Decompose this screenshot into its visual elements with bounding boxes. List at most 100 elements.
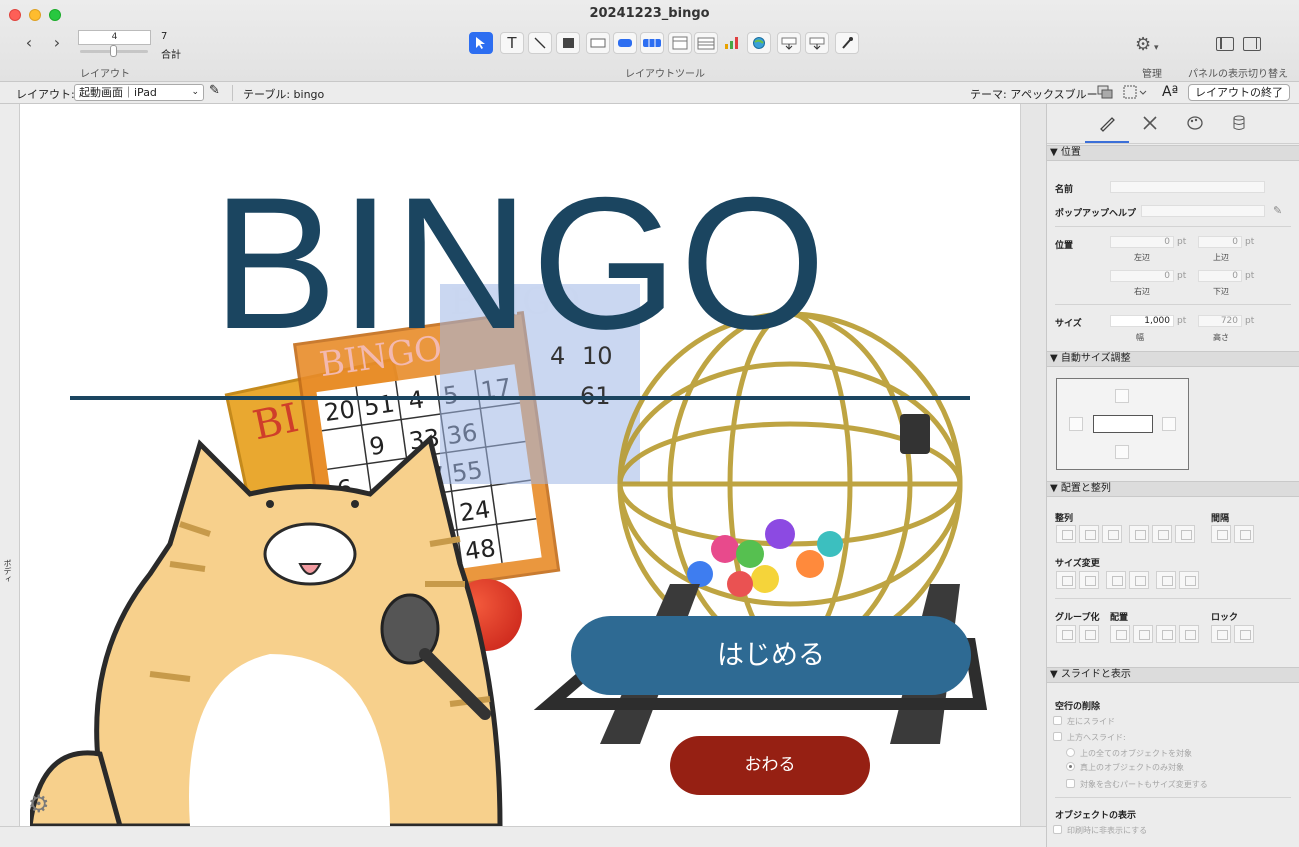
- popup-help-field[interactable]: [1141, 205, 1265, 217]
- send-to-back-icon[interactable]: [1179, 625, 1199, 643]
- slide-up-checkbox[interactable]: [1053, 732, 1062, 741]
- field-tool-icon[interactable]: [586, 32, 610, 54]
- resize-part-label: 対象を含むパートもサイズ変更する: [1080, 780, 1208, 789]
- layout-canvas: BI 20514517 93336 66755 8372324 185048 B…: [20, 104, 1020, 826]
- ungroup-icon[interactable]: [1079, 625, 1099, 643]
- resize-smallest-both-icon[interactable]: [1156, 571, 1176, 589]
- bring-forward-icon[interactable]: [1133, 625, 1153, 643]
- slide-left-checkbox[interactable]: [1053, 716, 1062, 725]
- resize-smallest-height-icon[interactable]: [1106, 571, 1126, 589]
- settings-gear-icon[interactable]: ⚙: [28, 790, 50, 818]
- total-label: 合計: [161, 50, 181, 61]
- position-section-header[interactable]: ▼ 位置: [1047, 145, 1299, 161]
- width-field[interactable]: 1,000: [1110, 315, 1174, 327]
- format-painter-icon[interactable]: [835, 32, 859, 54]
- exit-layout-button[interactable]: レイアウトの終了: [1188, 84, 1290, 101]
- start-button[interactable]: はじめる: [571, 616, 971, 695]
- send-backward-icon[interactable]: [1156, 625, 1176, 643]
- align-bottom-icon[interactable]: [1175, 525, 1195, 543]
- styles-tab-icon[interactable]: [1139, 114, 1161, 134]
- font-size-icon[interactable]: Aª: [1162, 84, 1178, 100]
- layout-number-field[interactable]: 4: [78, 30, 151, 45]
- autosize-section-header[interactable]: ▼ 自動サイズ調整: [1047, 351, 1299, 367]
- distribute-horizontal-icon[interactable]: [1211, 525, 1231, 543]
- resize-largest-width-icon[interactable]: [1079, 571, 1099, 589]
- bring-to-front-icon[interactable]: [1110, 625, 1130, 643]
- part-tool-icon[interactable]: [805, 32, 829, 54]
- text-tool-icon[interactable]: T: [500, 32, 524, 54]
- sliding-section-header[interactable]: ▼ スライドと表示: [1047, 667, 1299, 683]
- anchor-top-lock-icon[interactable]: [1115, 389, 1129, 403]
- portal-tool-icon[interactable]: [668, 32, 692, 54]
- manage-gear-icon[interactable]: ⚙ ▾: [1135, 34, 1159, 55]
- anchor-left-lock-icon[interactable]: [1069, 417, 1083, 431]
- resize-largest-both-icon[interactable]: [1179, 571, 1199, 589]
- name-label: 名前: [1055, 185, 1074, 195]
- lock-icon[interactable]: [1211, 625, 1231, 643]
- unlock-icon[interactable]: [1234, 625, 1254, 643]
- field-picker-icon[interactable]: [777, 32, 801, 54]
- layout-tools-caption: レイアウトツール: [625, 69, 705, 80]
- left-edge-field[interactable]: 0: [1110, 236, 1174, 248]
- button-tool-icon[interactable]: [613, 32, 637, 54]
- align-top-icon[interactable]: [1129, 525, 1149, 543]
- layout-slider-knob[interactable]: [110, 45, 117, 57]
- tab-tool-icon[interactable]: [694, 32, 718, 54]
- all-above-radio[interactable]: [1066, 748, 1075, 757]
- resize-label: サイズ変更: [1055, 559, 1100, 569]
- bottom-edge-field[interactable]: 0: [1198, 270, 1242, 282]
- object-display-label: オブジェクトの表示: [1055, 811, 1137, 821]
- select-arrow-icon[interactable]: [469, 32, 493, 54]
- body-part-tab[interactable]: ボディ: [2, 559, 13, 583]
- align-label: 整列: [1055, 514, 1074, 524]
- align-center-icon[interactable]: [1079, 525, 1099, 543]
- active-tab-indicator: [1085, 141, 1129, 143]
- top-edge-label: 上辺: [1213, 253, 1229, 262]
- edit-layout-pencil-icon[interactable]: ✎: [209, 83, 220, 98]
- top-edge-field[interactable]: 0: [1198, 236, 1242, 248]
- line-tool-icon[interactable]: [528, 32, 552, 54]
- button-bar-tool-icon[interactable]: [640, 32, 664, 54]
- title-underline: [70, 396, 970, 400]
- bingo-title: BINGO: [212, 158, 828, 368]
- resize-part-checkbox[interactable]: [1066, 779, 1075, 788]
- group-icon[interactable]: [1056, 625, 1076, 643]
- change-theme-icon[interactable]: [1097, 85, 1113, 102]
- arrange-section-header[interactable]: ▼ 配置と整列: [1047, 481, 1299, 497]
- align-middle-icon[interactable]: [1152, 525, 1172, 543]
- bottom-edge-label: 下辺: [1213, 287, 1229, 296]
- anchor-bottom-lock-icon[interactable]: [1115, 445, 1129, 459]
- hide-when-printing-label: 印刷時に非表示にする: [1067, 826, 1148, 835]
- next-layout-button[interactable]: ›: [48, 34, 66, 52]
- appearance-tab-icon[interactable]: [1184, 114, 1206, 134]
- right-edge-label: 右辺: [1134, 287, 1150, 296]
- directly-above-radio[interactable]: [1066, 762, 1075, 771]
- chart-tool-icon[interactable]: [720, 32, 744, 54]
- web-viewer-icon[interactable]: [747, 32, 771, 54]
- object-name-field[interactable]: [1110, 181, 1265, 193]
- size-label: サイズ: [1055, 319, 1082, 329]
- chevron-down-icon: ⌄: [191, 87, 199, 97]
- shape-tool-icon[interactable]: [556, 32, 580, 54]
- divider: [1055, 304, 1291, 305]
- grid-icon[interactable]: [1123, 85, 1147, 102]
- anchor-right-lock-icon[interactable]: [1162, 417, 1176, 431]
- align-left-icon[interactable]: [1056, 525, 1076, 543]
- end-button[interactable]: おわる: [670, 736, 870, 795]
- data-tab-icon[interactable]: [1228, 114, 1250, 134]
- layout-select[interactable]: 起動画面｜iPad ⌄: [74, 84, 204, 101]
- position-tab-icon[interactable]: [1096, 114, 1118, 134]
- table-label: テーブル: bingo: [243, 88, 325, 101]
- align-right-icon[interactable]: [1102, 525, 1122, 543]
- right-edge-field[interactable]: 0: [1110, 270, 1174, 282]
- resize-smallest-width-icon[interactable]: [1056, 571, 1076, 589]
- right-panel-toggle-icon[interactable]: [1243, 37, 1261, 51]
- left-panel-toggle-icon[interactable]: [1216, 37, 1234, 51]
- distribute-vertical-icon[interactable]: [1234, 525, 1254, 543]
- hide-when-printing-checkbox[interactable]: [1053, 825, 1062, 834]
- window-title: 20241223_bingo: [589, 6, 710, 21]
- edit-help-pencil-icon[interactable]: ✎: [1273, 204, 1282, 217]
- height-field[interactable]: 720: [1198, 315, 1242, 327]
- resize-largest-height-icon[interactable]: [1129, 571, 1149, 589]
- previous-layout-button[interactable]: ‹: [20, 34, 38, 52]
